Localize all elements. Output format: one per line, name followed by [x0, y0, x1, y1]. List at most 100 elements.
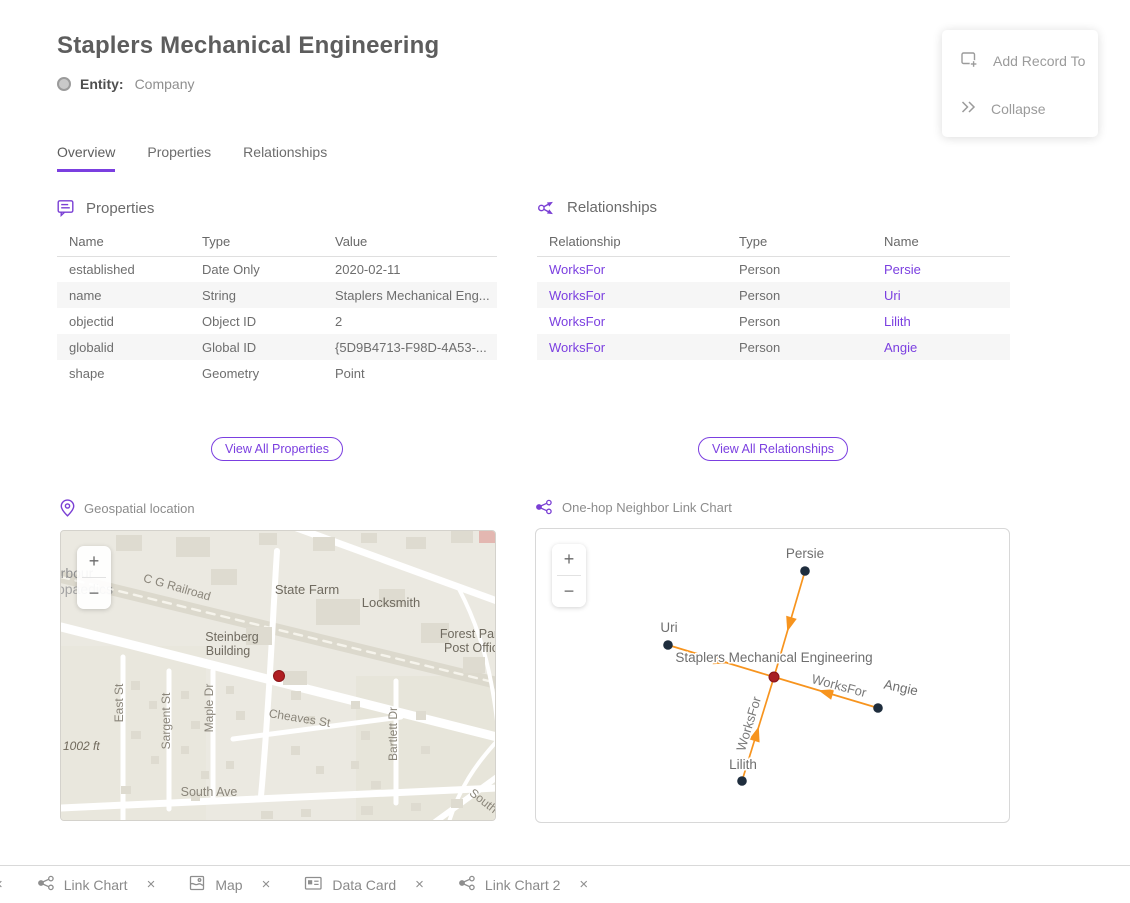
- page-title: Staplers Mechanical Engineering: [57, 32, 439, 60]
- tab-close-icon[interactable]: ×: [415, 876, 424, 893]
- bottom-tab-label: Link Chart: [64, 877, 128, 893]
- map-label: Maple Dr: [202, 684, 216, 733]
- properties-table-header: NameTypeValue: [57, 228, 497, 256]
- properties-table: NameTypeValue establishedDate Only2020-0…: [57, 228, 497, 386]
- property-row: globalidGlobal ID{5D9B4713-F98D-4A53-...: [57, 334, 497, 360]
- relationship-row: WorksForPersonLilith: [537, 308, 1010, 334]
- tab-properties[interactable]: Properties: [147, 144, 211, 172]
- link-chart-canvas[interactable]: WorksForWorksForPersieUriAngieLilithStap…: [536, 529, 1009, 822]
- menu-item-label: Add Record To: [993, 53, 1085, 69]
- relationship-link[interactable]: WorksFor: [537, 282, 727, 308]
- tab-relationships[interactable]: Relationships: [243, 144, 327, 172]
- property-row: objectidObject ID2: [57, 308, 497, 334]
- map-zoom-out-button[interactable]: −: [77, 578, 111, 609]
- related-entity-link[interactable]: Lilith: [872, 308, 1010, 334]
- bottom-tab-link-chart-2[interactable]: Link Chart 2 ×: [458, 875, 588, 894]
- map-pin-icon: [60, 499, 75, 517]
- column-header: Relationship: [537, 228, 727, 256]
- bottom-tab-map[interactable]: Map ×: [189, 875, 270, 895]
- tab-close-icon[interactable]: ×: [262, 876, 271, 893]
- geospatial-heading-label: Geospatial location: [84, 501, 195, 516]
- linkchart-zoom-in-button[interactable]: +: [552, 544, 586, 575]
- related-entity-link[interactable]: Persie: [872, 256, 1010, 282]
- linkchart-zoom-control: + −: [552, 544, 586, 607]
- context-menu: Add Record To Collapse: [942, 30, 1098, 137]
- edge-arrow-icon: [782, 616, 797, 633]
- tab-close-icon[interactable]: ×: [579, 876, 588, 893]
- column-header: Type: [727, 228, 872, 256]
- entity-row: Entity: Company: [57, 76, 194, 92]
- relationship-row: WorksForPersonPersie: [537, 256, 1010, 282]
- center-node[interactable]: [769, 672, 779, 682]
- relationship-type: Person: [727, 334, 872, 360]
- map-zoom-in-button[interactable]: +: [77, 546, 111, 577]
- bottom-tab-label: Map: [215, 877, 242, 893]
- menu-item-collapse[interactable]: Collapse: [942, 86, 1098, 131]
- related-entity-link[interactable]: Uri: [872, 282, 1010, 308]
- entity-map-marker[interactable]: [274, 671, 285, 682]
- related-entity-link[interactable]: Angie: [872, 334, 1010, 360]
- relationship-link[interactable]: WorksFor: [537, 256, 727, 282]
- linkchart-zoom-out-button[interactable]: −: [552, 576, 586, 607]
- bottom-tab-label: Link Chart 2: [485, 877, 560, 893]
- column-header: Value: [323, 228, 497, 256]
- map-icon: [189, 875, 206, 895]
- relationship-row: WorksForPersonUri: [537, 282, 1010, 308]
- view-all-relationships-button[interactable]: View All Relationships: [698, 437, 848, 461]
- node-angie[interactable]: [873, 703, 883, 713]
- center-node-label: Staplers Mechanical Engineering: [675, 650, 872, 665]
- node-label: Uri: [660, 620, 677, 635]
- relationship-type: Person: [727, 308, 872, 334]
- menu-item-label: Collapse: [991, 101, 1045, 117]
- data-card-icon: [304, 875, 323, 894]
- map-label: 1002 ft: [63, 739, 100, 753]
- bottom-tab-data-card[interactable]: Data Card×: [304, 875, 424, 894]
- basemap[interactable]: rbouropaedicsC G RailroadState FarmLocks…: [61, 531, 496, 821]
- relationship-type: Person: [727, 256, 872, 282]
- relationship-row: WorksForPersonAngie: [537, 334, 1010, 360]
- column-header: Name: [872, 228, 1010, 256]
- linkchart-heading: One-hop Neighbor Link Chart: [535, 499, 732, 515]
- detail-tabs: Overview Properties Relationships: [57, 144, 327, 172]
- map-panel[interactable]: + −: [60, 530, 496, 821]
- node-persie[interactable]: [800, 566, 810, 576]
- node-label: Lilith: [729, 757, 757, 772]
- properties-section-heading: Properties: [57, 199, 154, 217]
- tab-overview[interactable]: Overview: [57, 144, 115, 172]
- entity-value: Company: [135, 76, 195, 92]
- relationship-link[interactable]: WorksFor: [537, 334, 727, 360]
- map-label: Bartlett Dr: [386, 707, 400, 761]
- view-all-properties-button[interactable]: View All Properties: [211, 437, 343, 461]
- map-label: Steinberg: [205, 630, 259, 644]
- map-label: Building: [206, 644, 251, 658]
- map-label: Post Offic: [444, 641, 496, 655]
- map-label: State Farm: [275, 582, 339, 597]
- bottom-tab-link-chart[interactable]: Link Chart ×: [37, 875, 156, 894]
- link-chart-icon: [37, 875, 55, 894]
- map-zoom-control: + −: [77, 546, 111, 609]
- node-label: Persie: [786, 546, 824, 561]
- property-row: nameStringStaplers Mechanical Eng...: [57, 282, 497, 308]
- partial-tab-close-icon[interactable]: ×: [0, 876, 3, 893]
- map-label: South Ave: [181, 785, 238, 799]
- linkchart-heading-label: One-hop Neighbor Link Chart: [562, 500, 732, 515]
- link-chart-icon: [535, 499, 553, 515]
- node-lilith[interactable]: [737, 776, 747, 786]
- node-label: Angie: [882, 677, 919, 699]
- properties-section-title: Properties: [86, 200, 154, 217]
- link-chart-icon: [458, 875, 476, 894]
- add-record-icon: [960, 50, 979, 72]
- property-row: shapeGeometryPoint: [57, 360, 497, 386]
- menu-item-add-record-to[interactable]: Add Record To: [942, 36, 1098, 86]
- relationships-section-heading: Relationships: [537, 199, 657, 216]
- node-uri[interactable]: [663, 640, 673, 650]
- map-label: Sargent St: [159, 692, 173, 749]
- relationship-link[interactable]: WorksFor: [537, 308, 727, 334]
- tab-close-icon[interactable]: ×: [147, 876, 156, 893]
- collapse-icon: [960, 100, 977, 117]
- map-label: East St: [112, 683, 126, 722]
- map-label: Forest Par: [440, 627, 496, 641]
- relationship-type: Person: [727, 282, 872, 308]
- relationships-section-title: Relationships: [567, 199, 657, 216]
- linkchart-panel[interactable]: + − WorksForWorksForPersieUriAngieLilith…: [535, 528, 1010, 823]
